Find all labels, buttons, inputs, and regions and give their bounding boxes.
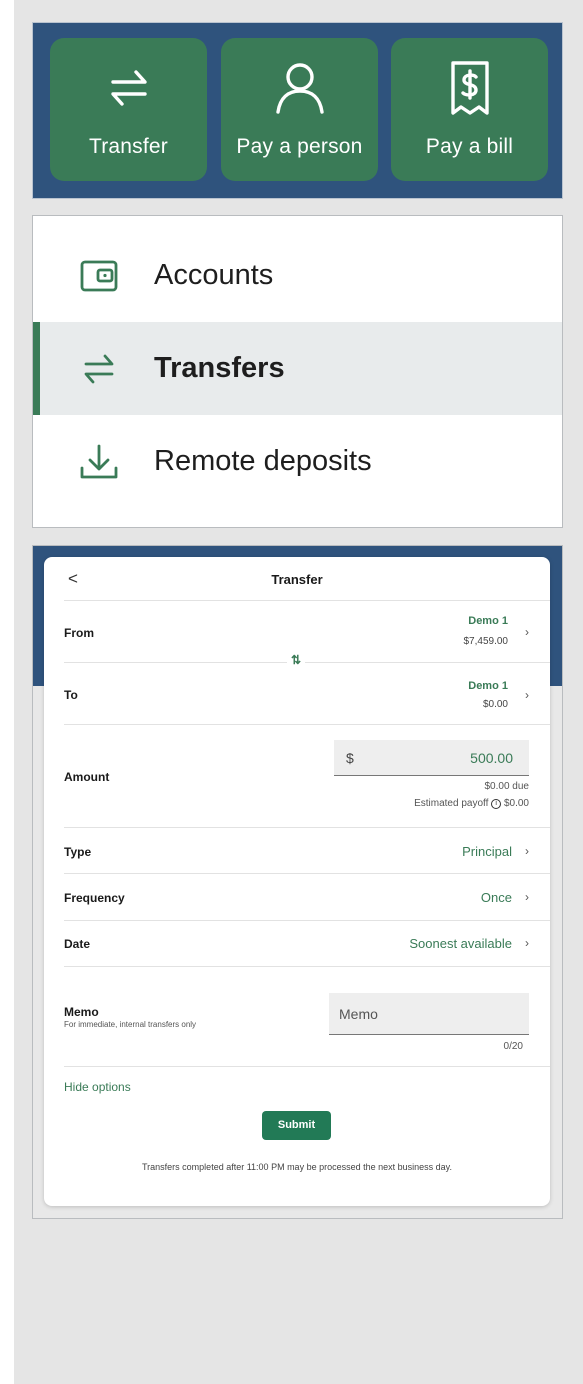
memo-field[interactable] <box>329 993 529 1035</box>
divider <box>64 1066 550 1067</box>
page-title: Transfer <box>271 572 323 587</box>
transfer-panel: < Transfer From Demo 1 $7,459.00 › ⇅ To … <box>32 545 563 1219</box>
chevron-right-icon: › <box>525 936 529 950</box>
submit-button[interactable]: Submit <box>262 1111 331 1140</box>
type-label: Type <box>64 845 92 859</box>
amount-label: Amount <box>64 770 110 784</box>
nav-item-remote-deposits[interactable]: Remote deposits <box>33 415 562 508</box>
to-label: To <box>64 688 78 702</box>
divider <box>64 920 550 921</box>
navigation-menu: Accounts Transfers Remote deposits <box>32 215 563 528</box>
frequency-label: Frequency <box>64 891 125 905</box>
person-icon <box>221 60 378 118</box>
pay-bill-action-button[interactable]: Pay a bill <box>391 38 548 181</box>
currency-symbol: $ <box>346 750 354 766</box>
amount-input[interactable]: $ 500.00 <box>334 740 529 776</box>
to-account-balance: $0.00 <box>482 699 508 710</box>
divider <box>64 966 550 967</box>
pay-person-action-label: Pay a person <box>236 135 363 158</box>
pay-bill-action-label: Pay a bill <box>425 135 514 158</box>
memo-character-counter: 0/20 <box>503 1041 523 1052</box>
download-tray-icon <box>77 440 121 484</box>
date-value: Soonest available <box>409 936 512 951</box>
transfer-arrows-icon <box>50 60 207 118</box>
divider <box>64 662 550 663</box>
memo-input[interactable] <box>329 993 529 1034</box>
transfer-action-button[interactable]: Transfer <box>50 38 207 181</box>
divider <box>64 827 550 828</box>
info-icon[interactable]: i <box>491 799 502 809</box>
hide-options-link[interactable]: Hide options <box>64 1080 131 1094</box>
date-label: Date <box>64 937 91 951</box>
bill-dollar-icon <box>391 60 548 118</box>
frequency-value: Once <box>480 890 512 905</box>
payoff-label: Estimated payoff <box>414 798 489 809</box>
divider <box>64 600 550 601</box>
amount-value: 500.00 <box>470 750 513 766</box>
chevron-right-icon: › <box>525 688 529 702</box>
quick-actions-panel: Transfer Pay a person Pay a bill <box>32 22 563 199</box>
memo-label: Memo <box>64 1005 99 1019</box>
estimated-payoff: Estimated payoff i $0.00 <box>414 798 529 809</box>
chevron-right-icon: › <box>525 890 529 904</box>
nav-item-label: Transfers <box>154 352 285 384</box>
memo-hint: For immediate, internal transfers only <box>64 1020 197 1029</box>
wallet-icon <box>77 254 121 298</box>
chevron-right-icon: › <box>525 625 529 639</box>
from-label: From <box>64 626 94 640</box>
amount-due: $0.00 due <box>484 781 530 792</box>
transfer-action-label: Transfer <box>88 135 168 158</box>
type-value: Principal <box>462 844 512 859</box>
pay-person-action-button[interactable]: Pay a person <box>221 38 378 181</box>
divider <box>64 724 550 725</box>
payoff-value: $0.00 <box>503 798 529 809</box>
processing-note: Transfers completed after 11:00 PM may b… <box>142 1162 452 1172</box>
chevron-right-icon: › <box>525 844 529 858</box>
transfer-card: < Transfer From Demo 1 $7,459.00 › ⇅ To … <box>44 557 550 1206</box>
from-account-name: Demo 1 <box>468 615 508 627</box>
swap-accounts-icon[interactable]: ⇅ <box>287 653 306 667</box>
nav-item-accounts[interactable]: Accounts <box>33 229 562 322</box>
divider <box>64 873 550 874</box>
from-account-balance: $7,459.00 <box>463 636 509 647</box>
transfer-arrows-icon <box>77 347 121 391</box>
nav-item-transfers[interactable]: Transfers <box>33 322 562 415</box>
to-account-name: Demo 1 <box>468 680 508 692</box>
nav-item-label: Remote deposits <box>154 445 372 477</box>
nav-item-label: Accounts <box>154 259 274 291</box>
